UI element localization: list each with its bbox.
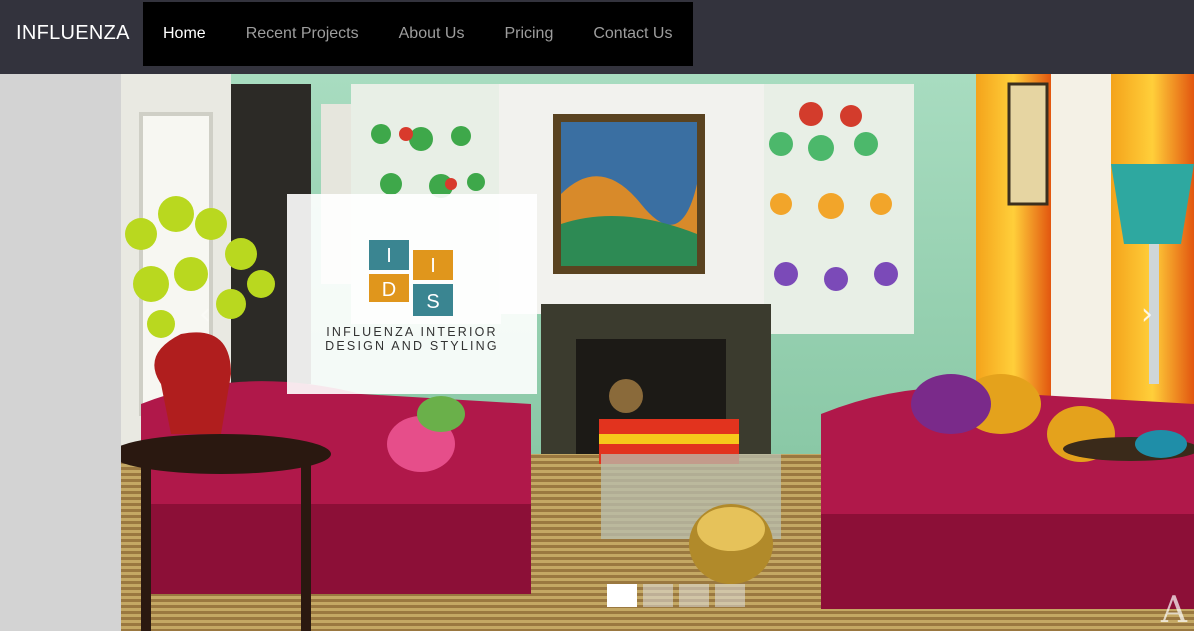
logo-letter-s: S: [426, 291, 439, 313]
nav-item-contact-us[interactable]: Contact Us: [573, 2, 692, 66]
carousel-indicators: [607, 584, 745, 607]
logo-letter-i1: I: [386, 245, 392, 267]
brand-logo-card: I I D S INFLUENZA INTERIOR DESIGN AND ST…: [287, 194, 537, 394]
carousel-prev-button[interactable]: ‹: [193, 296, 217, 332]
nav-item-home[interactable]: Home: [143, 2, 226, 66]
carousel-indicator-4[interactable]: [715, 584, 745, 607]
chevron-right-icon: ›: [1141, 296, 1153, 332]
nav-item-about-us[interactable]: About Us: [379, 2, 485, 66]
slide-image-living-room: [121, 74, 1194, 631]
logo-caption-line1: INFLUENZA INTERIOR: [326, 325, 498, 339]
main-nav-menu: Home Recent Projects About Us Pricing Co…: [143, 2, 693, 66]
carousel-indicator-1[interactable]: [607, 584, 637, 607]
carousel-indicator-3[interactable]: [679, 584, 709, 607]
logo-caption-line2: DESIGN AND STYLING: [325, 339, 499, 353]
carousel-next-button[interactable]: ›: [1135, 296, 1159, 332]
brand-logo-text[interactable]: INFLUENZA: [16, 22, 130, 45]
ids-logo-mark: I I D S: [369, 240, 453, 316]
photo-watermark: A: [1161, 590, 1187, 631]
hero-carousel: I I D S INFLUENZA INTERIOR DESIGN AND ST…: [121, 74, 1194, 631]
logo-letter-d: D: [382, 279, 396, 301]
nav-item-recent-projects[interactable]: Recent Projects: [226, 2, 379, 66]
top-navbar: INFLUENZA Home Recent Projects About Us …: [0, 0, 1194, 74]
carousel-indicator-2[interactable]: [643, 584, 673, 607]
logo-letter-i2: I: [430, 255, 436, 277]
nav-item-pricing[interactable]: Pricing: [484, 2, 573, 66]
chevron-left-icon: ‹: [199, 296, 211, 332]
